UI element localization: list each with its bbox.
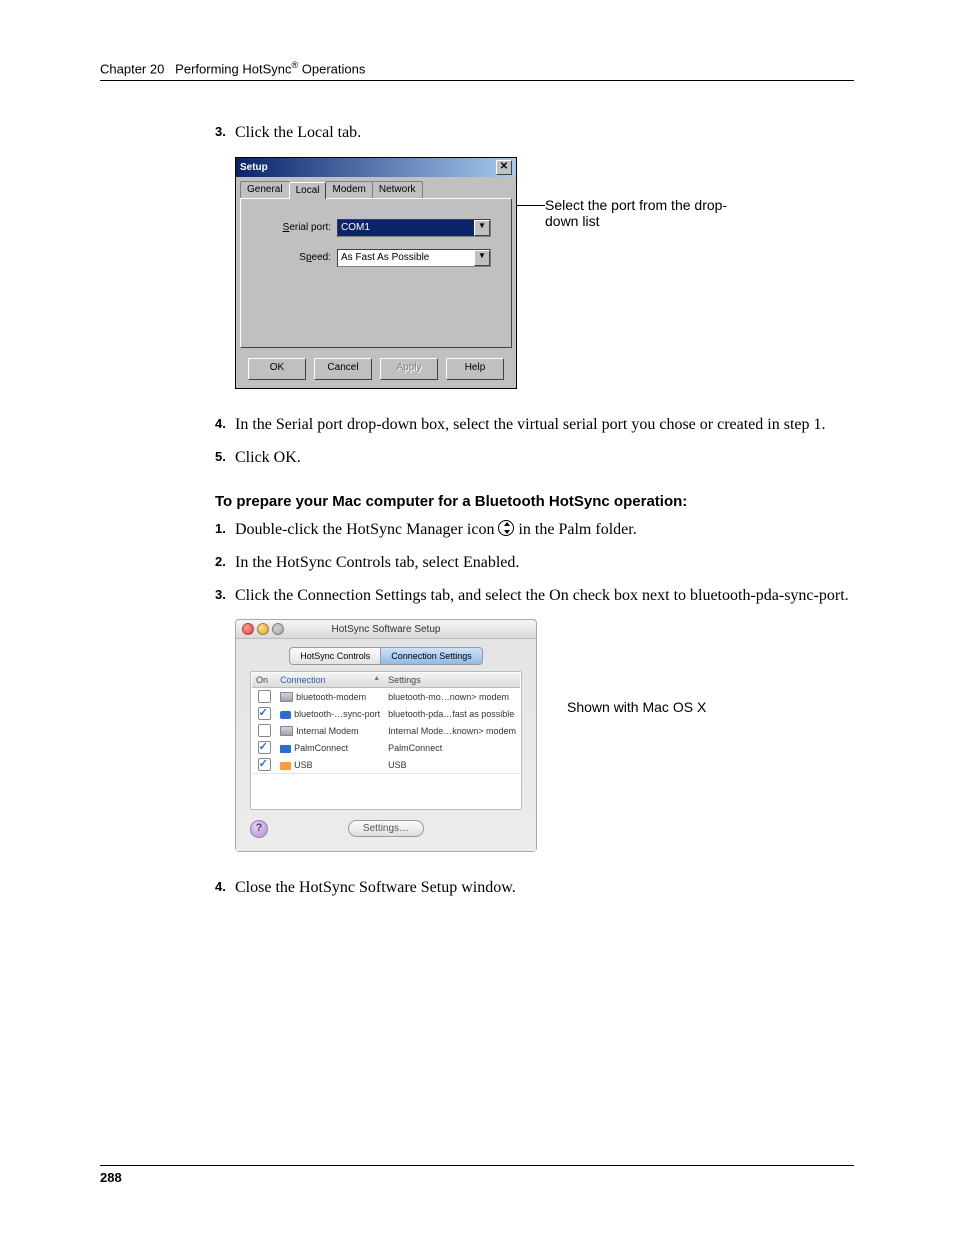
chapter-suffix: Operations	[298, 61, 365, 76]
step-number: 3.	[215, 123, 235, 142]
tab-modem[interactable]: Modem	[325, 181, 372, 198]
connection-settings: bluetooth-pda…fast as possible	[384, 705, 520, 722]
on-checkbox[interactable]	[258, 707, 271, 720]
step-number: 2.	[215, 553, 235, 572]
connection-settings: Internal Mode…known> modem	[384, 722, 520, 739]
step-row: 5. Click OK.	[215, 446, 854, 469]
plug-icon	[280, 745, 291, 753]
col-settings[interactable]: Settings	[384, 673, 520, 688]
hotsync-icon	[498, 520, 514, 536]
step-row: 4. In the Serial port drop-down box, sel…	[215, 413, 854, 436]
apply-button[interactable]: Apply	[380, 358, 438, 380]
callout-mac-os: Shown with Mac OS X	[567, 699, 706, 715]
step-row: 1. Double-click the HotSync Manager icon…	[215, 518, 854, 541]
chapter-title: Performing HotSync	[175, 61, 291, 76]
connection-name: bluetooth-modem	[296, 692, 366, 702]
step-number: 1.	[215, 520, 235, 539]
step-number: 4.	[215, 415, 235, 434]
speed-dropdown[interactable]: As Fast As Possible ▼	[337, 249, 491, 267]
settings-button[interactable]: Settings…	[348, 820, 424, 837]
serial-port-dropdown[interactable]: COM1 ▼	[337, 219, 491, 237]
chapter-prefix: Chapter 20	[100, 61, 164, 76]
table-row[interactable]: PalmConnect PalmConnect	[252, 739, 520, 756]
serial-icon	[280, 726, 293, 736]
step-number: 3.	[215, 586, 235, 605]
on-checkbox[interactable]	[258, 741, 271, 754]
connection-name: Internal Modem	[296, 726, 359, 736]
speed-value: As Fast As Possible	[338, 252, 474, 263]
connection-name: PalmConnect	[294, 743, 348, 753]
step-text: Close the HotSync Software Setup window.	[235, 876, 854, 899]
serial-icon	[280, 692, 293, 702]
step-row: 3. Click the Connection Settings tab, an…	[215, 584, 854, 607]
page-number: 288	[100, 1165, 854, 1185]
step-text: Click the Local tab.	[235, 121, 854, 144]
step-number: 5.	[215, 448, 235, 467]
mac-title-text: HotSync Software Setup	[242, 624, 530, 635]
serial-port-label: Serial port:	[261, 222, 337, 233]
connections-table: On Connection Settings bluetooth-modembl…	[252, 673, 520, 773]
setup-title-text: Setup	[240, 162, 268, 173]
chapter-header: Chapter 20 Performing HotSync® Operation…	[100, 60, 854, 81]
mac-dialog: HotSync Software Setup HotSync Controls …	[235, 619, 537, 852]
step-text: Click the Connection Settings tab, and s…	[235, 584, 854, 607]
on-checkbox[interactable]	[258, 724, 271, 737]
connection-settings: PalmConnect	[384, 739, 520, 756]
speed-label: Speed:	[261, 252, 337, 263]
connection-name: USB	[294, 760, 313, 770]
setup-titlebar: Setup ✕	[236, 158, 516, 177]
help-button[interactable]: Help	[446, 358, 504, 380]
step-text: In the Serial port drop-down box, select…	[235, 413, 854, 436]
tab-local[interactable]: Local	[289, 182, 327, 199]
setup-figure: Setup ✕ General Local Modem Network Seri…	[235, 157, 854, 389]
tab-connection-settings[interactable]: Connection Settings	[380, 647, 483, 665]
step-text: Click OK.	[235, 446, 854, 469]
connection-settings: bluetooth-mo…nown> modem	[384, 688, 520, 706]
col-connection[interactable]: Connection	[276, 673, 384, 688]
step-text: In the HotSync Controls tab, select Enab…	[235, 551, 854, 574]
subheading: To prepare your Mac computer for a Bluet…	[215, 493, 854, 510]
table-row[interactable]: bluetooth-…sync-port bluetooth-pda…fast a…	[252, 705, 520, 722]
mac-figure: HotSync Software Setup HotSync Controls …	[235, 619, 854, 852]
bt-icon	[280, 711, 291, 719]
ok-button[interactable]: OK	[248, 358, 306, 380]
callout-serial-port: Select the port from the drop-down list	[545, 197, 745, 229]
connection-settings: USB	[384, 756, 520, 773]
chevron-down-icon[interactable]: ▼	[474, 220, 490, 236]
step-row: 2. In the HotSync Controls tab, select E…	[215, 551, 854, 574]
step-number: 4.	[215, 878, 235, 897]
close-icon[interactable]: ✕	[496, 160, 512, 175]
serial-port-value: COM1	[338, 222, 474, 233]
tab-network[interactable]: Network	[372, 181, 423, 198]
tab-body: Serial port: COM1 ▼ Speed: As Fast As Po…	[240, 198, 512, 348]
table-row[interactable]: Internal Modem Internal Mode…known> modem	[252, 722, 520, 739]
usb-icon	[280, 762, 291, 770]
tab-hotsync-controls[interactable]: HotSync Controls	[289, 647, 380, 665]
help-icon[interactable]: ?	[250, 820, 268, 838]
connection-name: bluetooth-…sync-port	[294, 709, 380, 719]
step-text: Double-click the HotSync Manager icon in…	[235, 518, 854, 541]
table-row[interactable]: bluetooth-modem bluetooth-mo…nown> modem	[252, 688, 520, 706]
table-row[interactable]: USB USB	[252, 756, 520, 773]
step-row: 3. Click the Local tab.	[215, 121, 854, 144]
setup-dialog: Setup ✕ General Local Modem Network Seri…	[235, 157, 517, 389]
mac-titlebar: HotSync Software Setup	[236, 620, 536, 639]
step-row: 4. Close the HotSync Software Setup wind…	[215, 876, 854, 899]
chevron-down-icon[interactable]: ▼	[474, 250, 490, 266]
cancel-button[interactable]: Cancel	[314, 358, 372, 380]
setup-tabs: General Local Modem Network	[240, 181, 512, 198]
col-on[interactable]: On	[252, 673, 276, 688]
tab-general[interactable]: General	[240, 181, 290, 198]
on-checkbox[interactable]	[258, 690, 271, 703]
on-checkbox[interactable]	[258, 758, 271, 771]
